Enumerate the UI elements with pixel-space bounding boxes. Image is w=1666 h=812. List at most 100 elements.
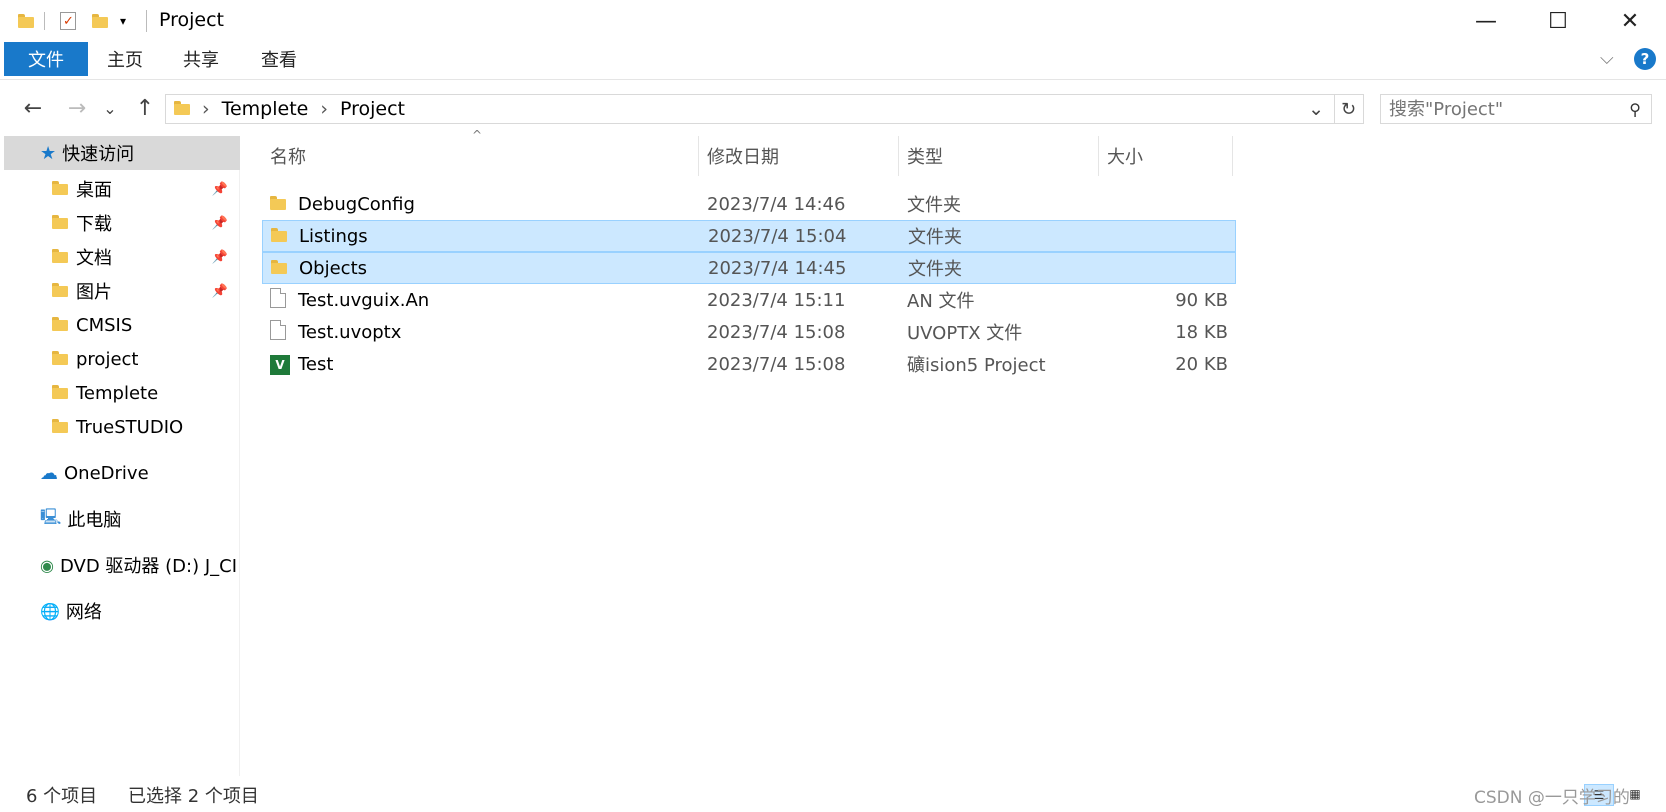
column-header-date[interactable]: 修改日期 xyxy=(699,136,899,176)
pin-icon: 📌 xyxy=(211,181,228,197)
help-icon[interactable]: ? xyxy=(1634,48,1656,70)
maximize-button[interactable]: ☐ xyxy=(1522,0,1594,42)
breadcrumb-templete[interactable]: Templete xyxy=(222,98,309,120)
sidebar-item-desktop[interactable]: 桌面 📌 xyxy=(4,172,240,206)
file-type: AN 文件 xyxy=(907,291,975,312)
sidebar-item-dvd-drive[interactable]: ◉ DVD 驱动器 (D:) J_CI xyxy=(4,548,240,582)
folder-icon xyxy=(174,98,190,120)
sidebar-item-label: 快速访问 xyxy=(62,144,135,165)
up-button[interactable]: ↑ xyxy=(130,94,160,122)
sidebar-item-templete[interactable]: Templete xyxy=(4,376,240,410)
search-input[interactable] xyxy=(1389,98,1609,120)
folder-icon xyxy=(271,226,287,247)
column-header-type[interactable]: 类型 xyxy=(899,136,1099,176)
tab-view[interactable]: 查看 xyxy=(246,42,312,76)
close-button[interactable]: ✕ xyxy=(1594,0,1666,42)
minimize-button[interactable]: — xyxy=(1450,0,1522,42)
divider xyxy=(146,10,147,32)
sidebar-item-quick-access[interactable]: ★ 快速访问 xyxy=(4,136,240,170)
file-type: 文件夹 xyxy=(907,195,961,216)
column-header-name[interactable]: 名称 xyxy=(262,136,699,176)
sidebar-item-label: TrueSTUDIO xyxy=(76,416,184,438)
file-list: ^ 名称 修改日期 类型 大小 DebugConfig 2023/7/4 14:4… xyxy=(262,128,1242,776)
file-date: 2023/7/4 15:11 xyxy=(707,289,846,311)
breadcrumb-project[interactable]: Project xyxy=(340,98,405,120)
search-icon[interactable]: ⚲ xyxy=(1629,100,1641,119)
desktop-icon xyxy=(52,179,68,200)
file-row[interactable]: Test.uvguix.An 2023/7/4 15:11 AN 文件 90 KB xyxy=(262,284,1236,316)
back-button[interactable]: ← xyxy=(18,94,48,122)
file-row[interactable]: Objects 2023/7/4 14:45 文件夹 xyxy=(262,252,1236,284)
pictures-icon xyxy=(52,281,68,302)
sidebar-item-pictures[interactable]: 图片 📌 xyxy=(4,274,240,308)
file-date: 2023/7/4 15:04 xyxy=(708,225,847,247)
computer-icon: 🖳 xyxy=(40,506,62,526)
properties-icon[interactable]: ✓ xyxy=(60,10,76,32)
sidebar-item-project[interactable]: project xyxy=(4,342,240,376)
expand-ribbon-icon[interactable]: ⌵ xyxy=(1600,48,1614,69)
file-type: UVOPTX 文件 xyxy=(907,323,1023,344)
new-folder-icon[interactable] xyxy=(92,10,108,32)
sidebar-item-network[interactable]: 🌐 网络 xyxy=(4,594,240,628)
search-box[interactable]: ⚲ xyxy=(1380,94,1652,124)
file-name: Test.uvoptx xyxy=(298,321,402,343)
pin-icon: 📌 xyxy=(211,215,228,231)
file-name: DebugConfig xyxy=(298,193,415,215)
sidebar-item-label: 网络 xyxy=(65,602,102,623)
sidebar-item-downloads[interactable]: 下载 📌 xyxy=(4,206,240,240)
folder-icon xyxy=(52,383,68,404)
address-bar[interactable]: › Templete › Project ⌄ xyxy=(165,94,1335,124)
sidebar-item-cmsis[interactable]: CMSIS xyxy=(4,308,240,342)
navigation-pane: ★ 快速访问 桌面 📌 下载 📌 文档 📌 图片 📌 CMSIS project… xyxy=(4,136,240,776)
sidebar-item-truestudio[interactable]: TrueSTUDIO xyxy=(4,410,240,444)
sidebar-item-label: 下载 xyxy=(76,214,112,235)
file-row[interactable]: Listings 2023/7/4 15:04 文件夹 xyxy=(262,220,1236,252)
file-row[interactable]: Test.uvoptx 2023/7/4 15:08 UVOPTX 文件 18 KB xyxy=(262,316,1236,348)
dvd-drive-icon: ◉ xyxy=(40,555,54,575)
address-dropdown-icon[interactable]: ⌄ xyxy=(1308,98,1324,120)
title-bar: ✓ ▾ Project — ☐ ✕ xyxy=(0,0,1666,42)
file-date: 2023/7/4 15:08 xyxy=(707,353,846,375)
watermark: CSDN @一只学习的 xyxy=(1474,788,1630,808)
folder-icon xyxy=(271,258,287,279)
tab-file[interactable]: 文件 xyxy=(4,42,88,76)
file-type: 礦ision5 Project xyxy=(907,355,1046,376)
cloud-icon: ☁ xyxy=(40,462,58,484)
file-row[interactable]: DebugConfig 2023/7/4 14:46 文件夹 xyxy=(262,188,1236,220)
sidebar-item-label: DVD 驱动器 (D:) J_CI xyxy=(59,556,238,577)
star-icon: ★ xyxy=(40,142,57,164)
folder-icon xyxy=(270,194,286,215)
sidebar-item-label: project xyxy=(76,348,139,370)
sidebar-item-onedrive[interactable]: ☁ OneDrive xyxy=(4,456,240,490)
sidebar-item-label: 图片 xyxy=(76,282,112,303)
network-icon: 🌐 xyxy=(40,601,60,621)
folder-icon xyxy=(52,315,68,336)
customize-toolbar-icon[interactable]: ▾ xyxy=(120,10,126,32)
item-count: 6 个项目 xyxy=(26,786,98,807)
sidebar-item-label: 此电脑 xyxy=(67,510,122,531)
forward-button[interactable]: → xyxy=(62,94,92,122)
selection-count: 已选择 2 个项目 xyxy=(128,786,259,807)
sidebar-item-label: CMSIS xyxy=(76,314,133,336)
tab-share[interactable]: 共享 xyxy=(168,42,234,76)
breadcrumb-separator: › xyxy=(202,98,210,120)
sidebar-item-label: 桌面 xyxy=(76,180,112,201)
file-row[interactable]: V Test 2023/7/4 15:08 礦ision5 Project 20 KB xyxy=(262,348,1236,380)
sidebar-item-documents[interactable]: 文档 📌 xyxy=(4,240,240,274)
pin-icon: 📌 xyxy=(211,283,228,299)
sidebar-item-this-pc[interactable]: 🖳 此电脑 xyxy=(4,502,240,536)
file-icon xyxy=(270,287,286,313)
file-name: Test.uvguix.An xyxy=(298,289,430,311)
ribbon: 文件 主页 共享 查看 ⌵ ? xyxy=(0,42,1666,80)
documents-icon xyxy=(52,247,68,268)
column-header-size[interactable]: 大小 xyxy=(1099,136,1233,176)
tab-home[interactable]: 主页 xyxy=(92,42,158,76)
folder-icon xyxy=(18,10,34,32)
navigation-bar: ← → ⌄ ↑ › Templete › Project ⌄ ↻ ⚲ xyxy=(0,88,1666,128)
sidebar-item-label: 文档 xyxy=(76,248,112,269)
sidebar-item-label: OneDrive xyxy=(64,462,149,484)
divider xyxy=(44,12,45,30)
recent-locations-button[interactable]: ⌄ xyxy=(100,94,120,122)
refresh-button[interactable]: ↻ xyxy=(1334,94,1364,124)
file-size: 18 KB xyxy=(1175,321,1228,343)
